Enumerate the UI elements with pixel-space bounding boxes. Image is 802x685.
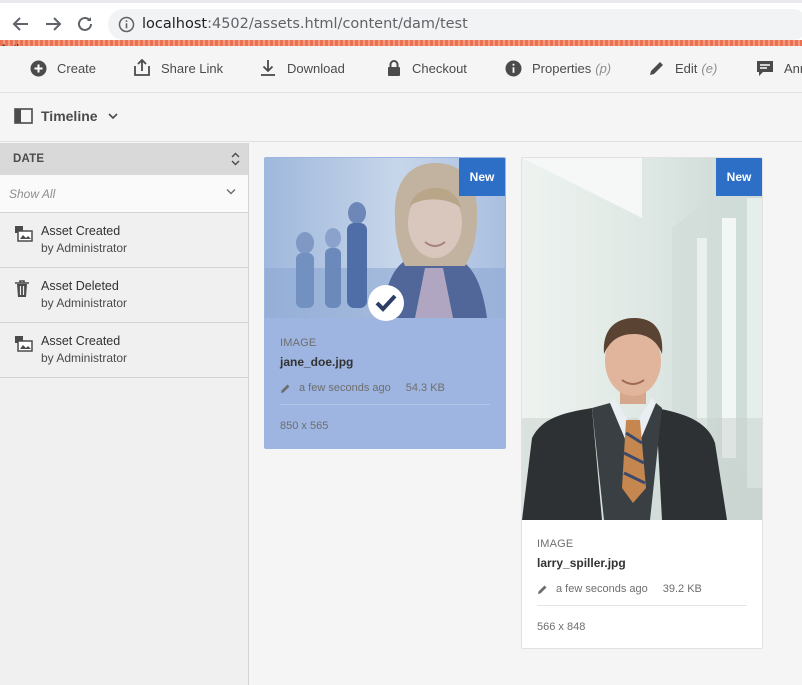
asset-size: 39.2 KB [662,583,702,595]
asset-modified: a few seconds ago 54.3 KB [280,382,445,394]
forward-button[interactable] [41,12,65,36]
url-text[interactable]: localhost:4502/assets.html/content/dam/t… [142,16,468,32]
download-label: Download [287,60,345,76]
asset-card[interactable]: New IMAGE jane_doe.jpg a few seconds ago… [264,157,506,449]
asset-name: larry_spiller.jpg [537,556,626,570]
rail-layout-icon [14,108,33,124]
asset-name: jane_doe.jpg [280,355,354,369]
event-title: Asset Deleted [41,279,119,293]
new-badge: New [459,158,505,196]
asset-dimensions: 850 x 565 [280,420,329,432]
meta-divider [537,605,747,606]
checkmark-icon [375,294,397,312]
asset-type: IMAGE [280,337,317,349]
share-link-button[interactable]: Share Link [133,57,223,79]
event-user: by Administrator [41,351,128,365]
asset-created-icon [15,336,33,352]
trash-icon [15,280,29,297]
info-icon[interactable] [118,16,135,33]
annotate-button[interactable]: Annotate [756,57,802,79]
new-badge: New [716,158,762,196]
asset-modified: a few seconds ago 39.2 KB [537,583,702,595]
asset-thumbnail-image [522,158,762,520]
url-path: :4502/assets.html/content/dam/test [207,16,468,32]
browser-toolbar: localhost:4502/assets.html/content/dam/t… [0,0,802,42]
download-icon [261,60,275,76]
edit-button[interactable]: Edit (e) [648,57,717,79]
edit-shortcut: (e) [701,60,718,76]
back-button[interactable] [9,12,33,36]
lock-icon [388,60,400,76]
action-bar: Create Share Link Download Checkout Prop… [0,46,802,93]
properties-shortcut: (p) [595,60,612,76]
edit-label: Edit [675,60,698,76]
date-filter-heading[interactable]: DATE [0,143,248,175]
url-host: localhost [142,16,208,32]
modified-time: a few seconds ago [556,583,648,595]
rail-header: Timeline [0,94,802,142]
asset-type: IMAGE [537,538,574,550]
date-filter-label: DATE [13,153,45,165]
properties-button[interactable]: Properties (p) [505,57,611,79]
arrow-right-icon [46,17,62,31]
meta-divider [280,404,490,405]
show-all-select[interactable]: Show All [0,175,248,213]
event-title: Asset Created [41,334,121,348]
checkout-button[interactable]: Checkout [386,57,467,79]
create-label: Create [57,60,97,76]
checkout-label: Checkout [412,60,467,76]
rail-title: Timeline [41,108,98,124]
rail-selector[interactable]: Timeline [14,108,118,124]
event-title: Asset Created [41,224,121,238]
reload-icon [78,16,92,31]
create-button[interactable]: Create [30,57,96,79]
timeline-event[interactable]: Asset Deleted by Administrator [0,268,248,323]
selection-checkmark[interactable] [368,285,404,321]
asset-created-icon [15,226,33,242]
properties-label: Properties [532,60,592,76]
asset-size: 54.3 KB [405,382,445,394]
event-user: by Administrator [41,241,128,255]
asset-dimensions: 566 x 848 [537,621,586,633]
comment-icon [757,60,773,76]
share-icon [134,59,150,76]
add-circle-icon [30,60,47,76]
address-bar[interactable]: localhost:4502/assets.html/content/dam/t… [108,9,802,40]
arrow-left-icon [12,17,28,31]
event-user: by Administrator [41,296,128,310]
asset-thumbnail [522,158,762,520]
annotate-label: Annotate [784,60,802,76]
pencil-icon [650,61,663,75]
asset-card[interactable]: New IMAGE larry_spiller.jpg a few second… [521,157,763,649]
sort-icon [231,152,240,166]
pencil-icon [538,585,547,594]
info-circle-icon [505,60,522,76]
share-link-label: Share Link [161,60,224,76]
timeline-event[interactable]: Asset Created by Administrator [0,323,248,378]
show-all-value: Show All [9,187,56,201]
pencil-icon [281,384,290,393]
timeline-rail: DATE Show All Asset Created by Administr… [0,143,249,685]
timeline-event[interactable]: Asset Created by Administrator [0,213,248,268]
reload-button[interactable] [73,12,97,36]
chevron-down-icon [107,113,118,120]
download-button[interactable]: Download [259,57,345,79]
chevron-down-icon [226,189,236,195]
modified-time: a few seconds ago [299,382,391,394]
